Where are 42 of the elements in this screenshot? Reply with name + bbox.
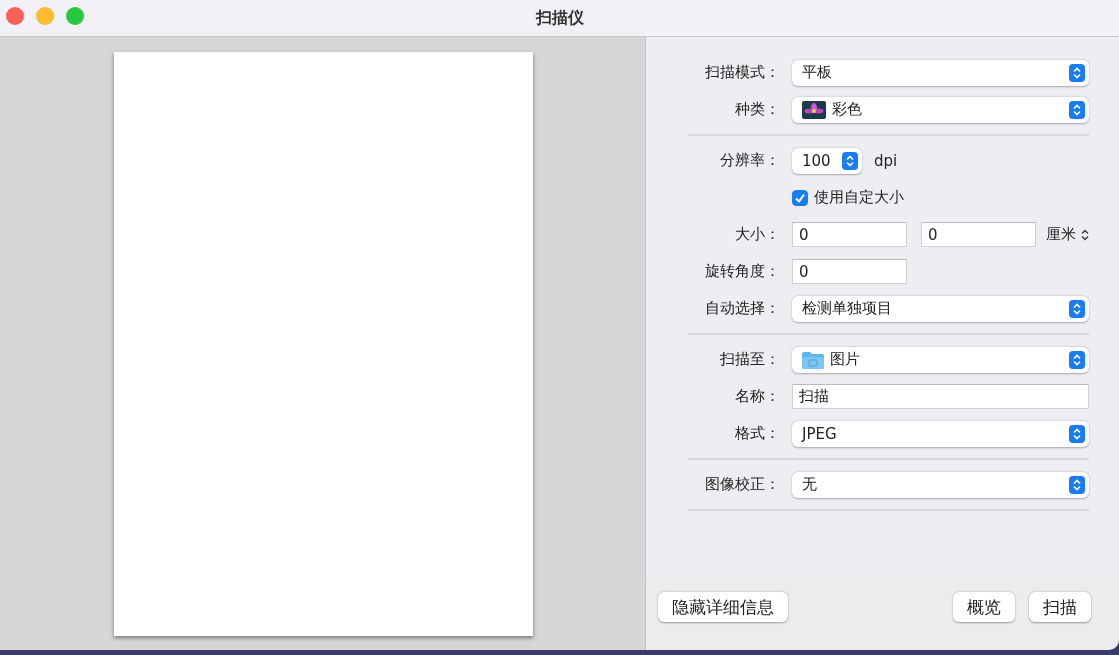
updown-chevron-icon — [1069, 63, 1085, 82]
updown-chevron-icon — [1081, 228, 1089, 241]
updown-chevron-icon — [1069, 350, 1085, 369]
updown-chevron-icon — [1069, 100, 1085, 119]
flower-thumbnail-icon — [802, 100, 826, 119]
field-label: 扫描至： — [719, 350, 781, 369]
field-label: 格式： — [734, 424, 781, 443]
minimize-button[interactable] — [36, 7, 54, 25]
custom-size-checkbox[interactable]: 使用自定大小 — [792, 188, 904, 207]
field-label: 旋转角度： — [704, 262, 781, 281]
popup-menu[interactable]: 彩色 — [792, 96, 1089, 123]
field-label: 大小： — [734, 225, 781, 244]
checkbox[interactable] — [792, 189, 808, 206]
field-label: 名称： — [734, 387, 781, 406]
updown-chevron-icon — [842, 151, 858, 170]
hide-details-button[interactable]: 隐藏详细信息 — [658, 592, 788, 622]
folder-icon — [802, 350, 824, 369]
field-label: 自动选择： — [704, 299, 781, 318]
popup-menu[interactable]: JPEG — [792, 420, 1089, 447]
popup-menu[interactable]: 图片 — [792, 346, 1089, 373]
field-label: 分辨率： — [719, 151, 781, 170]
updown-chevron-icon — [1069, 299, 1085, 318]
window-title: 扫描仪 — [535, 7, 584, 29]
unit-label: dpi — [874, 151, 898, 170]
field-label: 种类： — [734, 100, 781, 119]
height-field[interactable]: 0 — [921, 222, 1036, 247]
field-label: 扫描模式： — [704, 63, 781, 82]
popup-menu[interactable]: 无 — [792, 471, 1089, 498]
zoom-button[interactable] — [66, 7, 84, 25]
unit-popup[interactable]: 厘米 — [1046, 225, 1089, 244]
popup-menu[interactable]: 检测单独项目 — [792, 295, 1089, 322]
overview-button[interactable]: 概览 — [953, 592, 1015, 622]
updown-chevron-icon — [1069, 475, 1085, 494]
field-label: 图像校正： — [704, 475, 781, 494]
updown-chevron-icon — [1069, 424, 1085, 443]
popup-menu[interactable]: 平板 — [792, 59, 1089, 86]
scan-button[interactable]: 扫描 — [1029, 592, 1091, 622]
text-field[interactable]: 扫描 — [792, 384, 1089, 409]
text-field[interactable]: 0 — [792, 259, 907, 284]
close-button[interactable] — [6, 7, 24, 25]
width-field[interactable]: 0 — [792, 222, 907, 247]
resolution-popup[interactable]: 100 — [792, 147, 862, 174]
